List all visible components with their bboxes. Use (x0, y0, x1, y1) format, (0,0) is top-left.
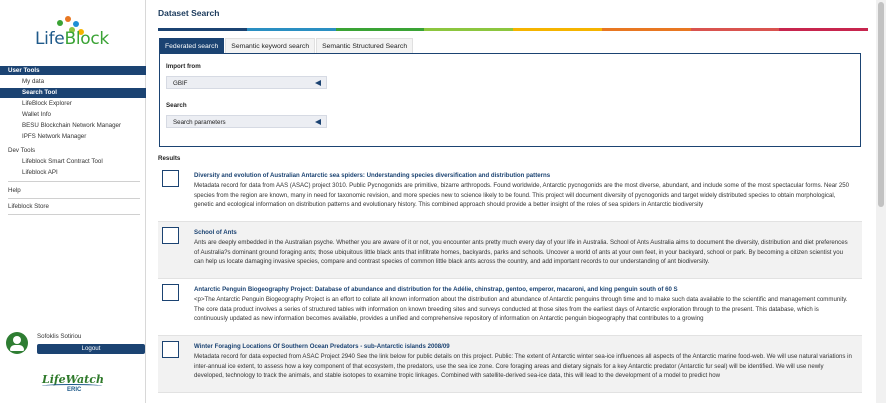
page-scrollbar[interactable] (876, 0, 886, 403)
import-from-label: Import from (166, 63, 201, 70)
nav-section-dev-tools[interactable]: Dev Tools (0, 146, 146, 155)
tab-semantic-structured-search[interactable]: Semantic Structured Search (316, 38, 414, 53)
result-item: Diversity and evolution of Australian An… (158, 165, 862, 222)
lifeblock-logo[interactable]: LifeBlock (20, 14, 120, 54)
result-title[interactable]: Diversity and evolution of Australian An… (194, 172, 550, 179)
search-parameters-select[interactable]: Search parameters (166, 115, 327, 128)
rainbow-segment (335, 28, 425, 31)
tab-semantic-keyword-search[interactable]: Semantic keyword search (225, 38, 316, 53)
result-checkbox[interactable] (162, 284, 179, 301)
caret-left-icon (315, 119, 321, 125)
nav-divider (8, 214, 140, 215)
rainbow-segment (513, 28, 602, 31)
rainbow-segment (424, 28, 513, 31)
sidebar-item-lifeblock-explorer[interactable]: LifeBlock Explorer (0, 99, 146, 109)
nav-section-user-tools[interactable]: User Tools (0, 66, 146, 75)
rainbow-divider (158, 28, 868, 31)
logout-button[interactable]: Logout (37, 344, 145, 354)
result-checkbox[interactable] (162, 341, 179, 358)
results-label: Results (158, 155, 181, 162)
result-description: Metadata record for data from AAS (ASAC)… (194, 182, 850, 209)
result-checkbox[interactable] (162, 170, 179, 187)
scrollbar-thumb[interactable] (878, 2, 884, 207)
tab-federated-search[interactable]: Federated search (159, 38, 225, 53)
rainbow-segment (779, 28, 868, 31)
result-description: <p>The Antarctic Penguin Biogeography Pr… (194, 296, 848, 323)
results-list: Diversity and evolution of Australian An… (158, 165, 862, 403)
result-item: School of Ants Ants are deeply embedded … (158, 222, 862, 279)
search-parameters-value: Search parameters (173, 119, 226, 126)
result-item: Antarctic Penguin Biogeography Project: … (158, 279, 862, 336)
sidebar-item-wallet-info[interactable]: Wallet Info (0, 110, 146, 120)
rainbow-segment (601, 28, 691, 31)
result-description: Ants are deeply embedded in the Australi… (194, 239, 848, 266)
sidebar-item-search-tool[interactable]: Search Tool (0, 88, 146, 98)
lifewatch-logo: LifeWatch ERIC (40, 372, 106, 396)
caret-left-icon (315, 80, 321, 86)
user-panel: Sofoklis Sotiriou Logout (6, 331, 145, 357)
main-content: Dataset Search Federated search Semantic… (150, 0, 886, 403)
import-from-value: GBIF (173, 80, 188, 87)
search-form: Import from GBIF Search Search parameter… (159, 53, 861, 147)
result-description: Metadata record for data expected from A… (194, 353, 852, 380)
search-tabs: Federated search Semantic keyword search… (159, 38, 414, 53)
result-item: Winter Foraging Locations Of Southern Oc… (158, 336, 862, 393)
result-title[interactable]: Winter Foraging Locations Of Southern Oc… (194, 343, 450, 350)
sidebar: LifeBlock User Tools My data Search Tool… (0, 0, 146, 403)
result-title[interactable]: School of Ants (194, 229, 237, 236)
sidebar-item-smart-contract-tool[interactable]: Lifeblock Smart Contract Tool (0, 157, 146, 167)
lifewatch-eric: ERIC (67, 387, 82, 393)
nav-help[interactable]: Help (0, 186, 146, 195)
user-name: Sofoklis Sotiriou (37, 333, 82, 340)
result-title[interactable]: Antarctic Penguin Biogeography Project: … (194, 286, 678, 293)
sidebar-item-my-data[interactable]: My data (0, 77, 146, 87)
nav-divider (8, 198, 140, 199)
nav-lifeblock-store[interactable]: Lifeblock Store (0, 202, 146, 211)
rainbow-segment (690, 28, 780, 31)
sidebar-item-lifeblock-api[interactable]: Lifeblock API (0, 168, 146, 178)
import-from-select[interactable]: GBIF (166, 76, 327, 89)
rainbow-segment (246, 28, 336, 31)
page-title: Dataset Search (158, 8, 220, 18)
nav-divider (8, 181, 140, 182)
sidebar-item-ipfs-manager[interactable]: IPFS Network Manager (0, 132, 146, 142)
rainbow-segment (158, 28, 247, 31)
sidebar-item-besu-manager[interactable]: BESU Blockchain Network Manager (0, 121, 146, 131)
search-label: Search (166, 102, 187, 109)
result-checkbox[interactable] (162, 227, 179, 244)
logo-wordmark: LifeBlock (35, 29, 109, 49)
user-avatar-icon[interactable] (6, 332, 28, 354)
